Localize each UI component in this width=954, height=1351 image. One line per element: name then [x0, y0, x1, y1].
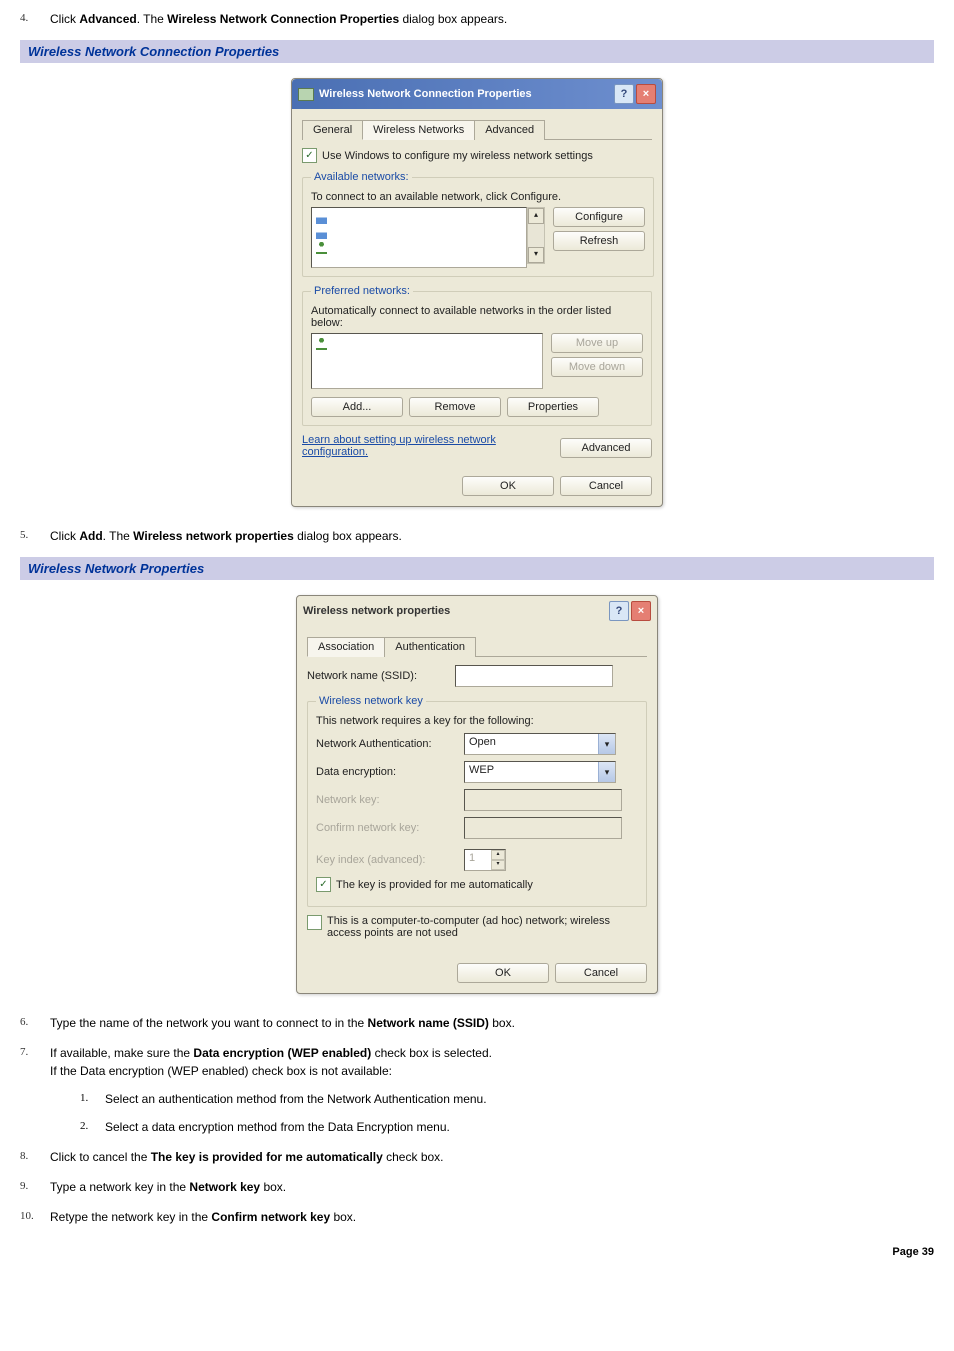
ok-button[interactable]: OK	[457, 963, 549, 983]
antenna-icon	[316, 337, 327, 350]
titlebar2[interactable]: Wireless network properties ? ×	[297, 596, 657, 626]
tab-association[interactable]: Association	[307, 637, 385, 657]
step7-num: 7.	[20, 1044, 28, 1061]
confirm-key-label: Confirm network key:	[316, 822, 456, 834]
move-up-button[interactable]: Move up	[551, 333, 643, 353]
scrollbar[interactable]: ▴ ▾	[527, 207, 545, 264]
step6-num: 6.	[20, 1014, 28, 1031]
adhoc-checkbox[interactable]: ✓	[307, 915, 322, 930]
auto-key-checkbox[interactable]: ✓	[316, 877, 331, 892]
ok-button[interactable]: OK	[462, 476, 554, 496]
net-auth-label: Network Authentication:	[316, 738, 456, 750]
properties-button[interactable]: Properties	[507, 397, 599, 417]
network-key-label: Network key:	[316, 794, 456, 806]
step-5: 5. Click Add. The Wireless network prope…	[20, 527, 934, 545]
tab-authentication[interactable]: Authentication	[384, 637, 476, 657]
key-index-label: Key index (advanced):	[316, 854, 456, 866]
network-key-input[interactable]	[464, 789, 622, 811]
tab-wireless-networks[interactable]: Wireless Networks	[362, 120, 475, 140]
preferred-networks-group: Preferred networks: Automatically connec…	[302, 285, 652, 426]
list-item[interactable]	[314, 225, 524, 240]
use-windows-checkbox[interactable]: ✓	[302, 148, 317, 163]
confirm-key-input[interactable]	[464, 817, 622, 839]
scroll-up-icon[interactable]: ▴	[528, 208, 544, 224]
step5-num: 5.	[20, 527, 28, 544]
close-button[interactable]: ×	[631, 601, 651, 621]
spinner-down-icon[interactable]: ▾	[491, 860, 505, 870]
preferred-legend: Preferred networks:	[311, 285, 413, 297]
step-7: 7. If available, make sure the Data encr…	[20, 1044, 934, 1136]
page-number: Page 39	[20, 1246, 934, 1258]
available-hint: To connect to an available network, clic…	[311, 191, 645, 203]
close-button[interactable]: ×	[636, 84, 656, 104]
cancel-button[interactable]: Cancel	[555, 963, 647, 983]
step-7-1: 1. Select an authentication method from …	[80, 1090, 934, 1108]
ssid-label: Network name (SSID):	[307, 670, 447, 682]
auto-key-label: The key is provided for me automatically	[336, 879, 533, 891]
step-9: 9. Type a network key in the Network key…	[20, 1178, 934, 1196]
tab-advanced[interactable]: Advanced	[474, 120, 545, 140]
scroll-down-icon[interactable]: ▾	[528, 247, 544, 263]
net-auth-select[interactable]: Open ▾	[464, 733, 616, 755]
available-legend: Available networks:	[311, 171, 412, 183]
chevron-down-icon: ▾	[598, 734, 615, 754]
key-hint: This network requires a key for the foll…	[316, 715, 638, 727]
title-text: Wireless Network Connection Properties	[319, 88, 532, 100]
key-legend: Wireless network key	[316, 695, 426, 707]
remove-button[interactable]: Remove	[409, 397, 501, 417]
available-networks-listbox[interactable]	[311, 207, 527, 268]
add-button[interactable]: Add...	[311, 397, 403, 417]
preferred-networks-listbox[interactable]	[311, 333, 543, 389]
antenna-icon	[316, 241, 327, 254]
titlebar[interactable]: Wireless Network Connection Properties ?…	[292, 79, 662, 109]
network-window-icon	[298, 88, 314, 101]
preferred-hint: Automatically connect to available netwo…	[311, 305, 643, 329]
step-4: 4. Click Advanced. The Wireless Network …	[20, 10, 934, 28]
advanced-button[interactable]: Advanced	[560, 438, 652, 458]
dialog-network-properties: Wireless network properties ? × Associat…	[296, 595, 658, 994]
step4-num: 4.	[20, 10, 28, 27]
signal-icon	[316, 226, 327, 239]
tab-strip2: Association Authentication	[307, 636, 647, 657]
wireless-key-group: Wireless network key This network requir…	[307, 695, 647, 907]
list-item[interactable]	[314, 210, 524, 225]
learn-link[interactable]: Learn about setting up wireless network …	[302, 434, 502, 458]
available-networks-group: Available networks: To connect to an ava…	[302, 171, 654, 277]
cancel-button[interactable]: Cancel	[560, 476, 652, 496]
ssid-input[interactable]	[455, 665, 613, 687]
spinner-up-icon[interactable]: ▴	[491, 850, 505, 860]
data-enc-label: Data encryption:	[316, 766, 456, 778]
tab-general[interactable]: General	[302, 120, 363, 140]
title2-text: Wireless network properties	[303, 605, 450, 617]
use-windows-label: Use Windows to configure my wireless net…	[322, 150, 593, 162]
list-item[interactable]	[314, 240, 524, 255]
configure-button[interactable]: Configure	[553, 207, 645, 227]
signal-icon	[316, 211, 327, 224]
tab-strip: General Wireless Networks Advanced	[302, 119, 652, 140]
step-8: 8. Click to cancel the The key is provid…	[20, 1148, 934, 1166]
help-button[interactable]: ?	[609, 601, 629, 621]
key-index-spinner[interactable]: 1 ▴ ▾	[464, 849, 506, 871]
section1-header: Wireless Network Connection Properties	[20, 40, 934, 63]
move-down-button[interactable]: Move down	[551, 357, 643, 377]
step-7-2: 2. Select a data encryption method from …	[80, 1118, 934, 1136]
help-button[interactable]: ?	[614, 84, 634, 104]
dialog-connection-properties: Wireless Network Connection Properties ?…	[291, 78, 663, 507]
chevron-down-icon: ▾	[598, 762, 615, 782]
list-item[interactable]	[314, 336, 540, 351]
step-10: 10. Retype the network key in the Confir…	[20, 1208, 934, 1226]
step-6: 6. Type the name of the network you want…	[20, 1014, 934, 1032]
data-enc-select[interactable]: WEP ▾	[464, 761, 616, 783]
section2-header: Wireless Network Properties	[20, 557, 934, 580]
refresh-button[interactable]: Refresh	[553, 231, 645, 251]
adhoc-label: This is a computer-to-computer (ad hoc) …	[327, 915, 617, 939]
